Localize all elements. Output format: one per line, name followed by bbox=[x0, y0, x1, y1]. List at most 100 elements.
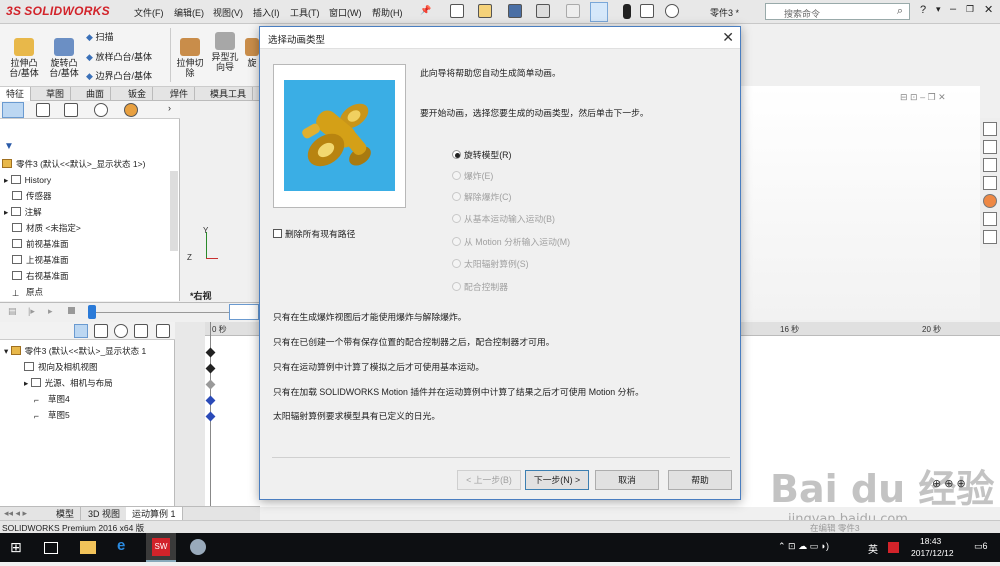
tab-surfaces[interactable]: 曲面 bbox=[80, 87, 112, 101]
file-explorer-icon[interactable] bbox=[80, 541, 96, 554]
tab-scroll-icon[interactable]: ◂◂ ◂ ▸ bbox=[4, 508, 27, 519]
tab-weldments[interactable]: 焊件 bbox=[164, 87, 196, 101]
radio-button[interactable] bbox=[452, 237, 461, 246]
loft-button[interactable]: ◆ 放样凸台/基体 bbox=[86, 50, 152, 63]
zoom-icons[interactable]: ⊕ ⊕ ⊕ bbox=[932, 477, 966, 490]
chevron-right-icon[interactable]: › bbox=[168, 103, 171, 113]
forum-icon[interactable] bbox=[983, 230, 997, 244]
autokey-icon[interactable] bbox=[156, 324, 170, 338]
app-task-icon[interactable] bbox=[190, 539, 206, 555]
option-collapse[interactable]: 解除爆炸(C) bbox=[452, 190, 511, 203]
option-mate-controller[interactable]: 配合控制器 bbox=[452, 280, 508, 293]
open-icon[interactable] bbox=[478, 4, 492, 18]
motion-item-sketch5[interactable]: ⌐ 草图5 bbox=[34, 408, 70, 423]
menu-help[interactable]: 帮助(H) bbox=[372, 6, 403, 19]
tree-item-sensors[interactable]: 传感器 bbox=[12, 189, 52, 204]
option-rotate-model[interactable]: 旋转模型(R) bbox=[452, 148, 511, 161]
close-button[interactable]: ✕ bbox=[984, 3, 993, 16]
menu-file[interactable]: 文件(F) bbox=[134, 6, 164, 19]
filter-animated-icon[interactable] bbox=[74, 324, 88, 338]
study-type-select[interactable] bbox=[229, 304, 259, 320]
motion-root[interactable]: ▾ 零件3 (默认<<默认>_显示状态 1 bbox=[4, 344, 146, 359]
feature-tree-tab-icon[interactable] bbox=[2, 102, 24, 118]
tab-sheetmetal[interactable]: 钣金 bbox=[122, 87, 154, 101]
menu-edit[interactable]: 编辑(E) bbox=[174, 6, 204, 19]
tree-item-origin[interactable]: ⊥ 原点 bbox=[12, 285, 43, 300]
next-button[interactable]: 下一步(N) > bbox=[525, 470, 589, 490]
dialog-titlebar[interactable]: 选择动画类型 ✕ bbox=[260, 27, 740, 49]
solidworks-task[interactable]: SW bbox=[146, 533, 176, 562]
motion-item-lights[interactable]: ▸ 光源、相机与布局 bbox=[24, 376, 113, 391]
chevron-down-icon[interactable]: ▾ bbox=[936, 4, 941, 15]
home-icon[interactable] bbox=[983, 122, 997, 136]
extrude-cut-button[interactable]: 拉伸切 除 bbox=[173, 38, 207, 78]
option-sun-study[interactable]: 太阳辐射算例(S) bbox=[452, 257, 529, 270]
help-icon[interactable]: ? bbox=[920, 4, 926, 16]
undo-icon[interactable] bbox=[566, 4, 580, 18]
tree-scrollbar[interactable] bbox=[170, 171, 178, 251]
view-palette-icon[interactable] bbox=[983, 176, 997, 190]
play-from-start-icon[interactable]: |▸ bbox=[28, 306, 35, 317]
notification-icon[interactable]: ▭6 bbox=[974, 541, 988, 559]
stop-icon[interactable] bbox=[68, 307, 75, 314]
motion-item-camera[interactable]: 视向及相机视图 bbox=[24, 360, 98, 375]
tree-item-history[interactable]: ▸ History bbox=[4, 173, 51, 188]
config-tab-icon[interactable] bbox=[64, 103, 78, 117]
radio-button[interactable] bbox=[452, 282, 461, 291]
ime-indicator[interactable]: 英 bbox=[868, 541, 878, 559]
sweep-button[interactable]: ◆ 扫描 bbox=[86, 30, 113, 43]
search-icon[interactable]: ⌕ bbox=[897, 5, 903, 18]
restore-button[interactable]: ❐ bbox=[966, 4, 974, 15]
splitter[interactable] bbox=[175, 322, 205, 507]
tab-mold-tools[interactable]: 模具工具 bbox=[204, 87, 254, 101]
viewport-controls[interactable]: ⊟ ⊡ – ❐ ✕ bbox=[900, 92, 946, 103]
new-icon[interactable] bbox=[450, 4, 464, 18]
radio-button[interactable] bbox=[452, 150, 461, 159]
search-input[interactable]: 搜索命令 ⌕ bbox=[765, 3, 910, 20]
close-icon[interactable]: ✕ bbox=[722, 29, 734, 46]
task-view-icon[interactable] bbox=[44, 542, 58, 554]
boundary-button[interactable]: ◆ 边界凸台/基体 bbox=[86, 69, 152, 82]
clock-date[interactable]: 2017/12/12 bbox=[911, 548, 954, 566]
tab-3d-views[interactable]: 3D 视图 bbox=[82, 507, 128, 521]
minimize-button[interactable]: – bbox=[950, 3, 956, 15]
windows-start-icon[interactable]: ⊞ bbox=[10, 539, 22, 557]
graphics-area[interactable]: ⊟ ⊡ – ❐ ✕ bbox=[740, 86, 980, 320]
edge-icon[interactable]: e bbox=[117, 537, 125, 555]
extrude-boss-button[interactable]: 拉伸凸 台/基体 bbox=[4, 38, 44, 78]
dimxpert-tab-icon[interactable] bbox=[94, 103, 108, 117]
revolve-boss-button[interactable]: 旋转凸 台/基体 bbox=[44, 38, 84, 78]
menu-view[interactable]: 视图(V) bbox=[213, 6, 243, 19]
radio-button[interactable] bbox=[452, 192, 461, 201]
traffic-light-icon[interactable] bbox=[623, 4, 631, 19]
back-button[interactable]: < 上一步(B) bbox=[457, 470, 521, 490]
option-motion-analysis[interactable]: 从 Motion 分析输入运动(M) bbox=[452, 235, 570, 248]
tab-motion-study[interactable]: 运动算例 1 bbox=[126, 507, 183, 521]
tab-sketch[interactable]: 草图 bbox=[40, 87, 72, 101]
radio-button[interactable] bbox=[452, 214, 461, 223]
select-icon[interactable] bbox=[590, 2, 608, 22]
hole-wizard-button[interactable]: 异型孔 向导 bbox=[208, 32, 242, 72]
help-button[interactable]: 帮助 bbox=[668, 470, 732, 490]
pin-icon[interactable]: 📌 bbox=[420, 5, 431, 16]
custom-properties-icon[interactable] bbox=[983, 212, 997, 226]
tab-model[interactable]: 模型 bbox=[50, 507, 82, 521]
play-icon[interactable]: ▸ bbox=[48, 306, 53, 317]
option-explode[interactable]: 爆炸(E) bbox=[452, 169, 493, 182]
checkbox[interactable] bbox=[273, 229, 282, 238]
tree-item-right-plane[interactable]: 右视基准面 bbox=[12, 269, 69, 284]
display-tab-icon[interactable] bbox=[124, 103, 138, 117]
property-tab-icon[interactable] bbox=[36, 103, 50, 117]
tray-app-icon[interactable] bbox=[888, 542, 899, 553]
filter-results-icon[interactable] bbox=[134, 324, 148, 338]
timeline-slider[interactable] bbox=[88, 305, 96, 319]
gear-icon[interactable] bbox=[665, 4, 679, 18]
print-icon[interactable] bbox=[536, 4, 550, 18]
option-basic-motion[interactable]: 从基本运动输入运动(B) bbox=[452, 212, 555, 225]
design-library-icon[interactable] bbox=[983, 140, 997, 154]
tree-item-front-plane[interactable]: 前视基准面 bbox=[12, 237, 69, 252]
menu-window[interactable]: 窗口(W) bbox=[329, 6, 362, 19]
calculate-icon[interactable]: ▤ bbox=[8, 306, 17, 317]
tree-item-annotations[interactable]: ▸ 注解 bbox=[4, 205, 42, 220]
filter-icon[interactable]: ▼ bbox=[4, 141, 14, 152]
